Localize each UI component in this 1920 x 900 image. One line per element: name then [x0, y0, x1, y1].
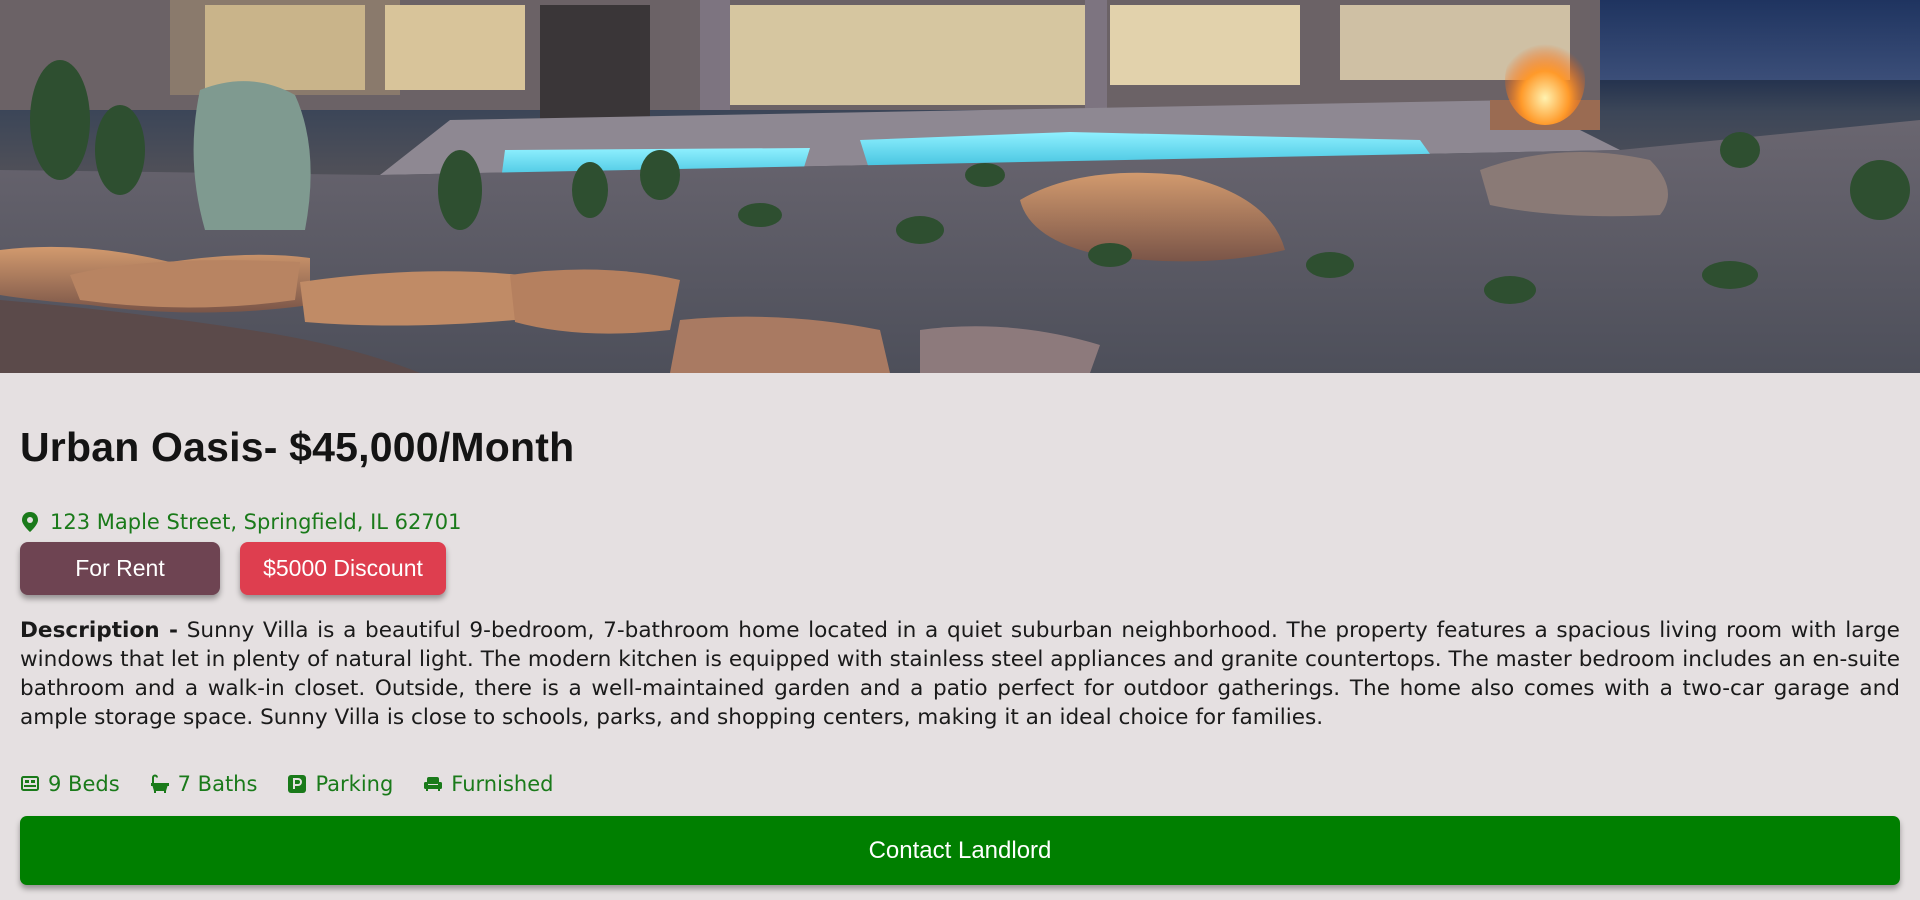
listing-details: Urban Oasis- $45,000/Month 123 Maple Str…: [0, 424, 1920, 885]
feature-label: 7 Baths: [177, 772, 258, 796]
for-rent-badge[interactable]: For Rent: [20, 542, 220, 595]
feature-label: Parking: [315, 772, 394, 796]
location-pin-icon: [20, 511, 40, 533]
feature-parking: Parking: [287, 772, 393, 796]
description: Description - Sunny Villa is a beautiful…: [20, 616, 1900, 732]
address-row: 123 Maple Street, Springfield, IL 62701: [20, 510, 1900, 534]
description-text: Sunny Villa is a beautiful 9-bedroom, 7-…: [20, 618, 1900, 730]
contact-landlord-button[interactable]: Contact Landlord: [20, 816, 1900, 885]
bed-icon: [21, 776, 39, 791]
sofa-icon: [424, 777, 443, 791]
description-label: Description -: [20, 618, 178, 643]
feature-baths: 7 Baths: [150, 772, 258, 796]
feature-label: 9 Beds: [48, 772, 120, 796]
feature-list: 9 Beds 7 Baths Parking Furnished: [20, 772, 1900, 796]
feature-furnished: Furnished: [423, 772, 553, 796]
listing-title: Urban Oasis- $45,000/Month: [20, 424, 575, 470]
address-text: 123 Maple Street, Springfield, IL 62701: [50, 510, 462, 534]
bath-icon: [150, 774, 169, 793]
discount-badge[interactable]: $5000 Discount: [240, 542, 446, 595]
feature-label: Furnished: [451, 772, 554, 796]
feature-beds: 9 Beds: [20, 772, 120, 796]
property-hero-image: [0, 0, 1920, 373]
badge-row: For Rent $5000 Discount: [20, 542, 1900, 595]
parking-icon: [288, 775, 307, 793]
